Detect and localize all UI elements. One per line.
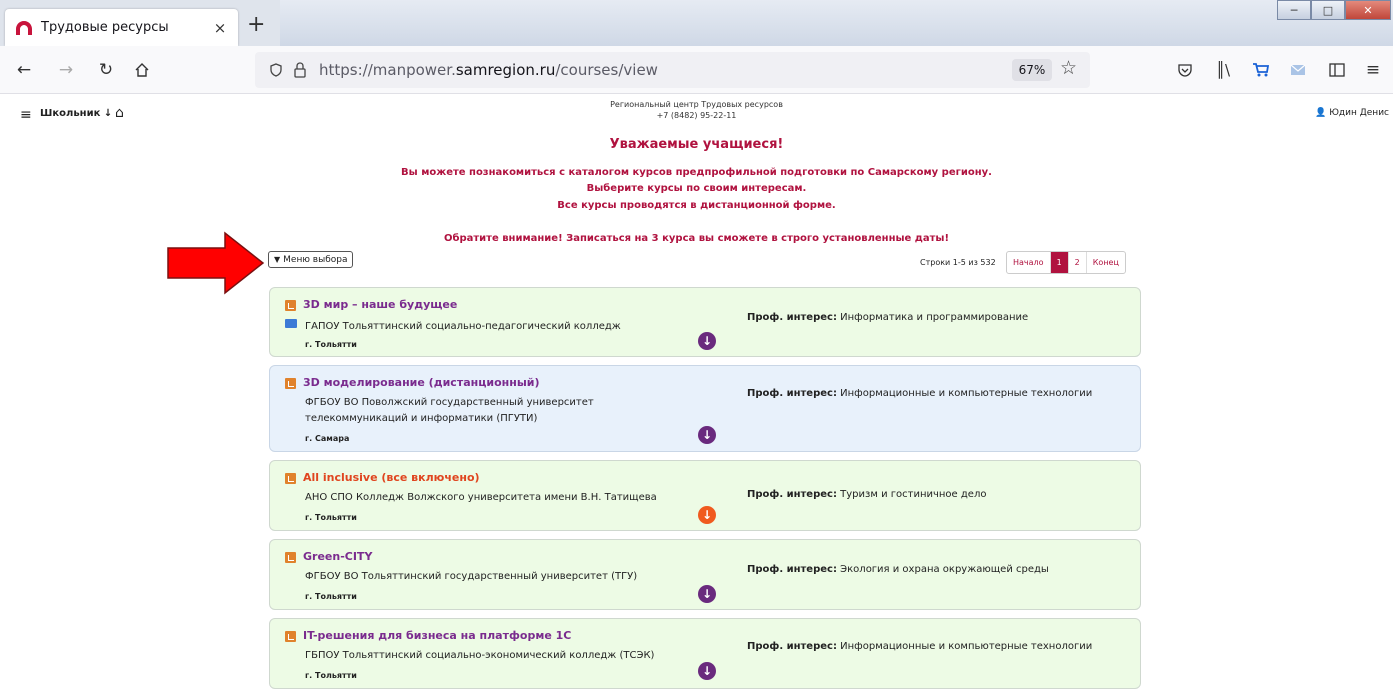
back-icon[interactable]: ← bbox=[12, 58, 36, 82]
course-org: ГАПОУ Тольяттинский социально-педагогиче… bbox=[305, 321, 621, 332]
pagination: Начало 1 2 Конец bbox=[1006, 251, 1126, 274]
site-favicon-icon bbox=[16, 20, 32, 35]
close-window-button[interactable]: ✕ bbox=[1345, 0, 1391, 20]
expand-down-icon[interactable]: ↓ bbox=[698, 506, 716, 524]
course-card[interactable]: Green-CITY ФГБОУ ВО Тольяттинский госуда… bbox=[269, 539, 1141, 610]
notice-line-1: Вы можете познакомиться с каталогом курс… bbox=[401, 167, 992, 178]
expand-down-icon[interactable]: ↓ bbox=[698, 585, 716, 603]
course-chart-icon bbox=[285, 378, 296, 389]
school-icon bbox=[285, 319, 297, 328]
address-bar[interactable]: https://manpower.samregion.ru/courses/vi… bbox=[255, 52, 1090, 88]
url-text: https://manpower.samregion.ru/courses/vi… bbox=[319, 61, 658, 79]
notice-line-2: Выберите курсы по своим интересам. bbox=[586, 183, 807, 194]
course-city: г. Тольятти bbox=[305, 671, 357, 680]
expand-down-icon[interactable]: ↓ bbox=[698, 332, 716, 350]
rows-info: Строки 1-5 из 532 bbox=[920, 258, 996, 267]
course-card[interactable]: All inclusive (все включено) АНО СПО Кол… bbox=[269, 460, 1141, 531]
course-title[interactable]: IT-решения для бизнеса на платформе 1С bbox=[303, 629, 571, 642]
course-interest: Проф. интерес: Туризм и гостиничное дело bbox=[747, 489, 987, 500]
course-card[interactable]: 3D мир – наше будущее ГАПОУ Тольяттински… bbox=[269, 287, 1141, 357]
library-icon[interactable]: ║\ bbox=[1211, 58, 1235, 82]
sidebar-icon[interactable] bbox=[1325, 58, 1349, 82]
notice-line-3: Все курсы проводятся в дистанционной фор… bbox=[557, 200, 836, 211]
user-menu[interactable]: 👤 Юдин Денис bbox=[1315, 108, 1389, 118]
expand-down-icon[interactable]: ↓ bbox=[698, 426, 716, 444]
course-chart-icon bbox=[285, 552, 296, 563]
pager-last[interactable]: Конец bbox=[1087, 252, 1125, 273]
app-menu-icon[interactable]: ≡ bbox=[1361, 58, 1385, 82]
notice-title: Уважаемые учащиеся! bbox=[609, 137, 784, 152]
course-title[interactable]: Green-CITY bbox=[303, 550, 372, 563]
pager-page-2[interactable]: 2 bbox=[1069, 252, 1087, 273]
course-chart-icon bbox=[285, 631, 296, 642]
course-city: г. Самара bbox=[305, 434, 350, 443]
tab-close-icon[interactable]: × bbox=[212, 19, 228, 37]
browser-tabbar: Трудовые ресурсы × + ─ □ ✕ bbox=[0, 0, 1393, 46]
org-title: Региональный центр Трудовых ресурсов bbox=[610, 100, 783, 109]
course-org: АНО СПО Колледж Волжского университета и… bbox=[305, 492, 657, 503]
cart-icon[interactable] bbox=[1249, 58, 1273, 82]
browser-tab[interactable]: Трудовые ресурсы × bbox=[5, 9, 238, 46]
course-title[interactable]: 3D моделирование (дистанционный) bbox=[303, 376, 540, 389]
filter-menu-button[interactable]: ▼ Меню выбора bbox=[268, 251, 354, 268]
reload-icon[interactable]: ↻ bbox=[94, 58, 118, 82]
tabbar-background bbox=[280, 0, 1393, 46]
course-interest: Проф. интерес: Информационные и компьюте… bbox=[747, 388, 1093, 399]
zoom-indicator[interactable]: 67% bbox=[1012, 59, 1052, 81]
expand-down-icon[interactable]: ↓ bbox=[698, 662, 716, 680]
course-org: ФГБОУ ВО Поволжский государственный унив… bbox=[305, 397, 594, 424]
pager-page-1[interactable]: 1 bbox=[1050, 252, 1069, 273]
funnel-icon: ▼ bbox=[274, 255, 281, 264]
course-city: г. Тольятти bbox=[305, 513, 357, 522]
bookmark-star-icon[interactable]: ☆ bbox=[1060, 57, 1077, 79]
new-tab-button[interactable]: + bbox=[247, 14, 265, 36]
tab-title: Трудовые ресурсы bbox=[41, 20, 169, 35]
mail-extension-icon[interactable] bbox=[1287, 58, 1311, 82]
forward-icon[interactable]: → bbox=[54, 58, 78, 82]
course-chart-icon bbox=[285, 300, 296, 311]
course-org: ФГБОУ ВО Тольяттинский государственный у… bbox=[305, 571, 638, 582]
pager-first[interactable]: Начало bbox=[1007, 252, 1051, 273]
red-arrow-icon bbox=[167, 231, 265, 295]
site-title: Региональный центр Трудовых ресурсов +7 … bbox=[0, 99, 1393, 121]
pocket-icon[interactable] bbox=[1173, 58, 1197, 82]
course-chart-icon bbox=[285, 473, 296, 484]
course-city: г. Тольятти bbox=[305, 592, 357, 601]
lock-icon[interactable] bbox=[293, 62, 307, 78]
shield-icon[interactable] bbox=[269, 63, 283, 77]
minimize-button[interactable]: ─ bbox=[1277, 0, 1311, 20]
site-header: ≡ Школьник ↓ ⌂ Региональный центр Трудов… bbox=[0, 94, 1393, 130]
course-title[interactable]: All inclusive (все включено) bbox=[303, 471, 480, 484]
course-interest: Проф. интерес: Информационные и компьюте… bbox=[747, 641, 1093, 652]
phone-number: +7 (8482) 95-22-11 bbox=[656, 111, 737, 120]
course-city: г. Тольятти bbox=[305, 340, 357, 349]
course-title[interactable]: 3D мир – наше будущее bbox=[303, 298, 457, 311]
maximize-button[interactable]: □ bbox=[1311, 0, 1345, 20]
course-interest: Проф. интерес: Экология и охрана окружаю… bbox=[747, 564, 1049, 575]
course-card[interactable]: 3D моделирование (дистанционный) ФГБОУ В… bbox=[269, 365, 1141, 452]
course-card[interactable]: IT-решения для бизнеса на платформе 1С Г… bbox=[269, 618, 1141, 689]
course-interest: Проф. интерес: Информатика и программиро… bbox=[747, 312, 1029, 323]
home-icon[interactable] bbox=[130, 58, 154, 82]
filter-menu-label: Меню выбора bbox=[283, 254, 348, 265]
browser-navbar: ← → ↻ https://manpower.samregion.ru/cour… bbox=[0, 46, 1393, 94]
course-org: ГБПОУ Тольяттинский социально-экономичес… bbox=[305, 650, 655, 661]
window-controls: ─ □ ✕ bbox=[1277, 0, 1391, 20]
